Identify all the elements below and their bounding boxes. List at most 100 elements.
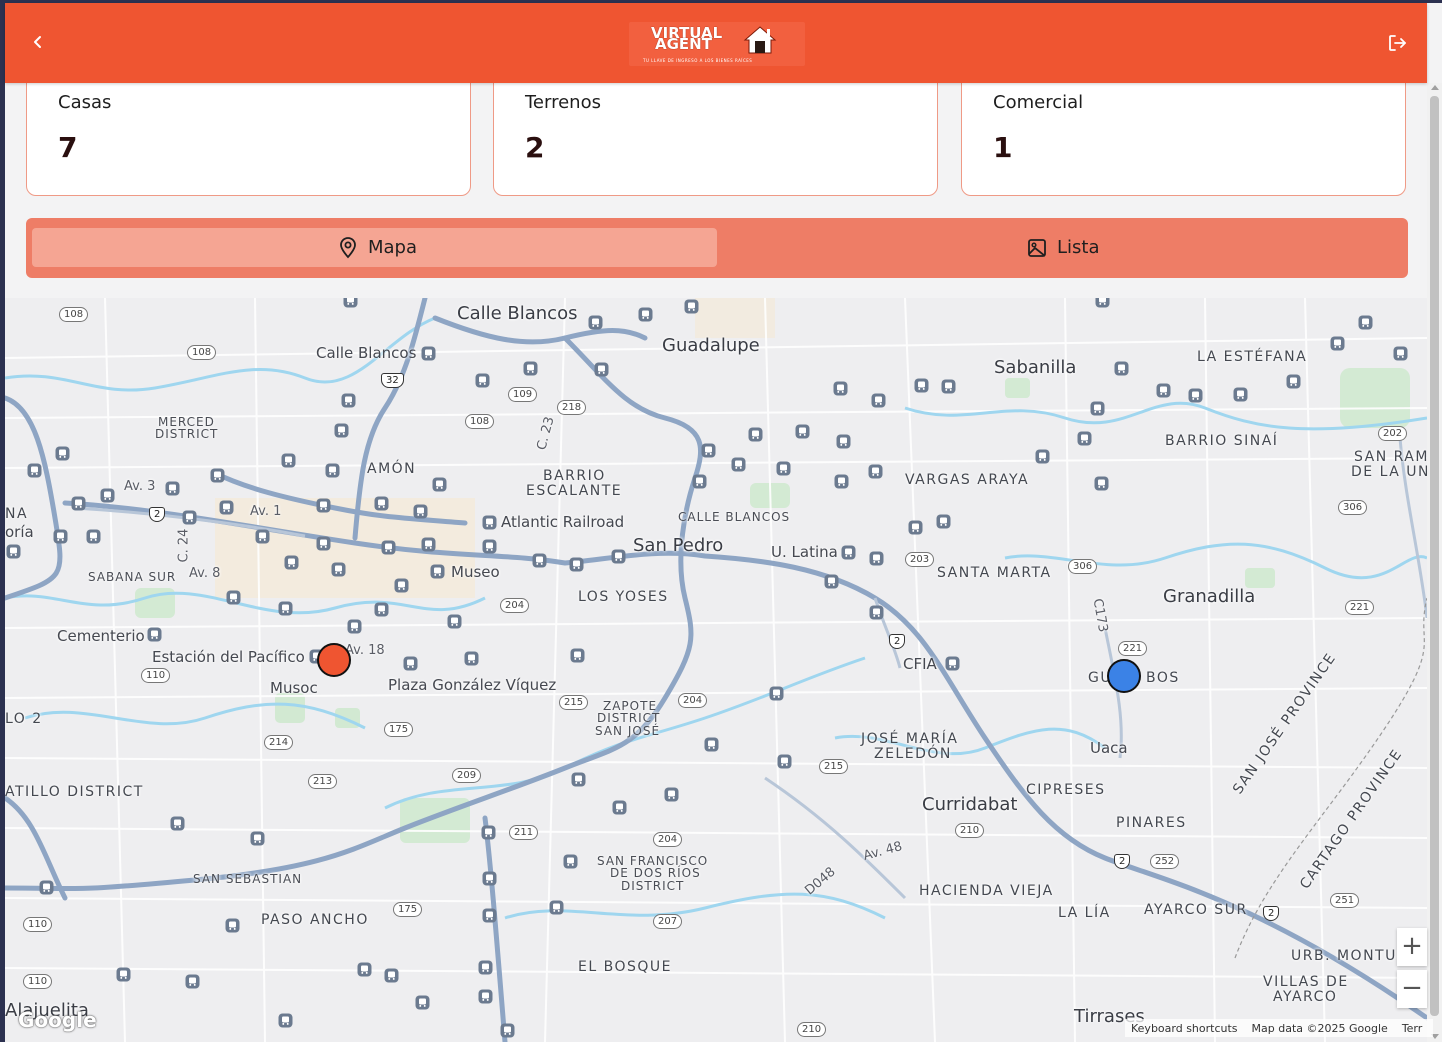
bus-stop-icon (219, 500, 234, 515)
route-shield: 211 (509, 825, 539, 840)
bus-stop-icon (210, 468, 225, 483)
image-icon (1028, 238, 1046, 257)
chevron-left-icon[interactable] (27, 31, 49, 53)
bus-stop-icon (170, 816, 185, 831)
property-marker-casa[interactable] (1107, 659, 1141, 693)
google-logo: Google (18, 1008, 97, 1032)
bus-stop-icon (447, 614, 462, 629)
map-data-credit: Map data ©2025 Google (1251, 1021, 1388, 1035)
page-scrollbar[interactable] (1427, 83, 1442, 1042)
bus-stop-icon (1035, 449, 1050, 464)
bus-stop-icon (430, 564, 445, 579)
bus-stop-icon (278, 601, 293, 616)
bus-stop-icon (1330, 336, 1345, 351)
bus-stop-icon (478, 989, 493, 1004)
map-label: Cementerio (57, 627, 145, 645)
terms-link[interactable]: Terr (1402, 1022, 1422, 1035)
keyboard-shortcuts-link[interactable]: Keyboard shortcuts (1131, 1022, 1238, 1035)
bus-stop-icon (482, 908, 497, 923)
tab-mapa[interactable]: Mapa (32, 228, 717, 267)
route-shield: 210 (955, 823, 985, 838)
bus-stop-icon (1188, 388, 1203, 403)
bus-stop-icon (1095, 298, 1110, 308)
map-label: NA (5, 506, 29, 522)
bus-stop-icon (500, 1023, 515, 1038)
route-shield: 213 (308, 774, 338, 789)
route-shield: 306 (1068, 559, 1098, 574)
bus-stop-icon (165, 481, 180, 496)
bus-stop-icon (86, 529, 101, 544)
bus-stop-icon (692, 474, 707, 489)
route-shield: 110 (23, 974, 53, 989)
road-label: Av. 8 (189, 566, 221, 581)
bus-stop-icon (39, 880, 54, 895)
property-map[interactable]: Calle Blancos Guadalupe Sabanilla San Pe… (5, 298, 1427, 1042)
bus-stop-icon (731, 457, 746, 472)
road-label: Av. 18 (345, 643, 385, 658)
bus-stop-icon (795, 424, 810, 439)
stat-card-comercial: Comercial 1 (961, 70, 1406, 196)
bus-stop-icon (638, 307, 653, 322)
bus-stop-icon (316, 536, 331, 551)
zoom-in-button[interactable]: + (1397, 928, 1427, 966)
route-shield: 204 (678, 693, 708, 708)
highway-shield: 32 (381, 373, 404, 388)
bus-stop-icon (55, 446, 70, 461)
bus-stop-icon (225, 918, 240, 933)
bus-stop-icon (421, 537, 436, 552)
bus-stop-icon (664, 787, 679, 802)
bus-stop-icon (941, 379, 956, 394)
map-label: Calle Blancos (457, 303, 578, 324)
map-label: U. Latina (771, 543, 838, 561)
map-label: Granadilla (1163, 586, 1256, 607)
app-logo: VIRTUAL AGENT TU LLAVE DE INGRESO A LOS … (629, 22, 805, 66)
map-label: CIPRESES (1026, 782, 1106, 798)
map-label: EL BOSQUE (578, 959, 672, 975)
bus-stop-icon (570, 648, 585, 663)
route-shield: 210 (797, 1022, 827, 1037)
bus-stop-icon (71, 496, 86, 511)
map-label: LA ESTÉFANA (1197, 349, 1308, 365)
bus-stop-icon (421, 346, 436, 361)
bus-stop-icon (284, 555, 299, 570)
logout-icon[interactable] (1385, 31, 1409, 55)
house-icon (743, 26, 777, 54)
bus-stop-icon (53, 529, 68, 544)
bus-stop-icon (432, 477, 447, 492)
scroll-up-arrow-icon[interactable] (1431, 85, 1439, 90)
bus-stop-icon (945, 656, 960, 671)
road-label: C. 24 (176, 528, 192, 563)
tab-lista[interactable]: Lista (717, 228, 1402, 267)
route-shield: 203 (905, 552, 935, 567)
bus-stop-icon (413, 504, 428, 519)
map-label: AYARCO (1273, 989, 1338, 1005)
scroll-thumb[interactable] (1430, 96, 1439, 1016)
bus-stop-icon (100, 488, 115, 503)
tab-mapa-label: Mapa (368, 237, 418, 258)
route-shield: 218 (557, 400, 587, 415)
bus-stop-icon (475, 373, 490, 388)
map-label: Curridabat (922, 794, 1018, 815)
route-shield: 221 (1118, 641, 1148, 656)
map-label: CALLE BLANCOS (678, 510, 791, 524)
route-shield: 204 (653, 832, 683, 847)
bus-stop-icon (571, 772, 586, 787)
bus-stop-icon (777, 754, 792, 769)
map-label: CFIA (903, 655, 937, 673)
bus-stop-icon (464, 651, 479, 666)
bus-stop-icon (147, 627, 162, 642)
view-toggle: Mapa Lista (26, 218, 1408, 278)
bus-stop-icon (1156, 383, 1171, 398)
map-label: HACIENDA VIEJA (919, 883, 1054, 899)
property-marker-commercial[interactable] (317, 643, 351, 677)
bus-stop-icon (684, 299, 699, 314)
stat-card-terrenos: Terrenos 2 (493, 70, 938, 196)
road-label: Av. 3 (124, 479, 156, 494)
map-label: PINARES (1116, 815, 1187, 831)
road-label: Av. 1 (250, 504, 282, 519)
zoom-out-button[interactable]: − (1397, 970, 1427, 1008)
route-shield: 175 (393, 902, 423, 917)
map-base-layer (5, 298, 1427, 1042)
bus-stop-icon (374, 496, 389, 511)
bus-stop-icon (532, 553, 547, 568)
